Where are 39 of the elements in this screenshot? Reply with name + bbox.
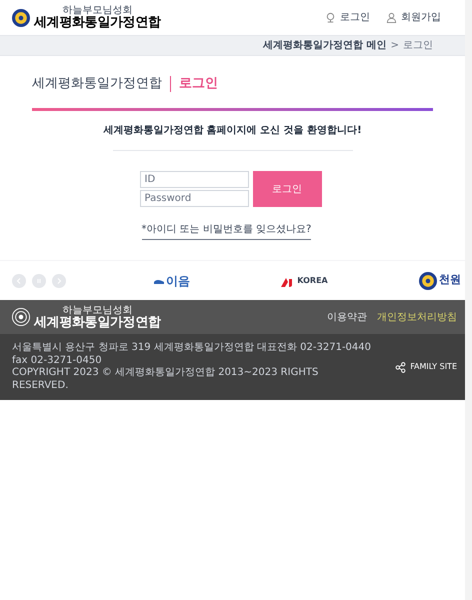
emblem-icon: [12, 8, 30, 26]
partner-logo[interactable]: KOREA: [281, 274, 328, 286]
forgot-link[interactable]: *아이디 또는 비밀번호를 잊으셨나요?: [142, 222, 312, 240]
page-title: 세계평화통일가정연합: [32, 75, 162, 94]
pause-button[interactable]: [32, 274, 46, 288]
partner-logo[interactable]: 이음: [154, 272, 190, 290]
logo-title: 세계평화통일가정연합: [34, 16, 161, 29]
emblem-icon: [12, 308, 30, 326]
user-icon: [386, 12, 397, 23]
pause-icon: [36, 278, 42, 284]
next-button[interactable]: [52, 274, 66, 288]
partner-logo-text: 이음: [166, 272, 190, 290]
footer-copyright: COPYRIGHT 2023 © 세계평화통일가정연합 2013~2023 RIGHTS RESERVED.: [12, 367, 320, 392]
page-title-current: 로그인: [179, 75, 218, 94]
partner-logo-text: KOREA: [297, 274, 328, 286]
id-field[interactable]: ID: [140, 171, 248, 188]
breadcrumb-separator: >: [390, 39, 399, 53]
password-field[interactable]: Password: [140, 190, 248, 207]
partner-logo-text: 천원: [439, 272, 461, 288]
logo-title: 세계평화통일가정연합: [34, 316, 161, 328]
logo-subtitle: 하늘부모님성회: [62, 306, 132, 316]
prev-button[interactable]: [12, 274, 26, 288]
welcome-message: 세계평화통일가정연합 홈페이지에 오신 것을 환영합니다!: [103, 124, 362, 138]
partner-logo[interactable]: 천원: [419, 272, 461, 290]
header-link[interactable]: 회원가입: [386, 10, 441, 25]
chevron-left-icon: [16, 278, 22, 284]
scrollbar[interactable]: [465, 0, 472, 600]
wave-icon: [154, 278, 164, 284]
share-icon: [395, 362, 406, 372]
chevron-right-icon: [56, 278, 62, 284]
header-link[interactable]: 로그인: [325, 10, 370, 25]
footer-link[interactable]: 개인정보처리방침: [377, 310, 457, 324]
breadcrumb-home[interactable]: 세계평화통일가정연합 메인: [263, 38, 387, 53]
footer-link[interactable]: 이용약관: [327, 310, 367, 324]
seal-icon: [419, 272, 437, 290]
family-site-link[interactable]: FAMILY SITE: [395, 361, 457, 373]
breadcrumb-current: 로그인: [403, 39, 433, 53]
footer-address: 서울특별시 용산구 청파로 319 세계평화통일가정연합 대표전화 02-3271-0440 fax 02-3271-0450: [12, 342, 372, 367]
logo-subtitle: 하늘부모님성회: [62, 6, 132, 16]
